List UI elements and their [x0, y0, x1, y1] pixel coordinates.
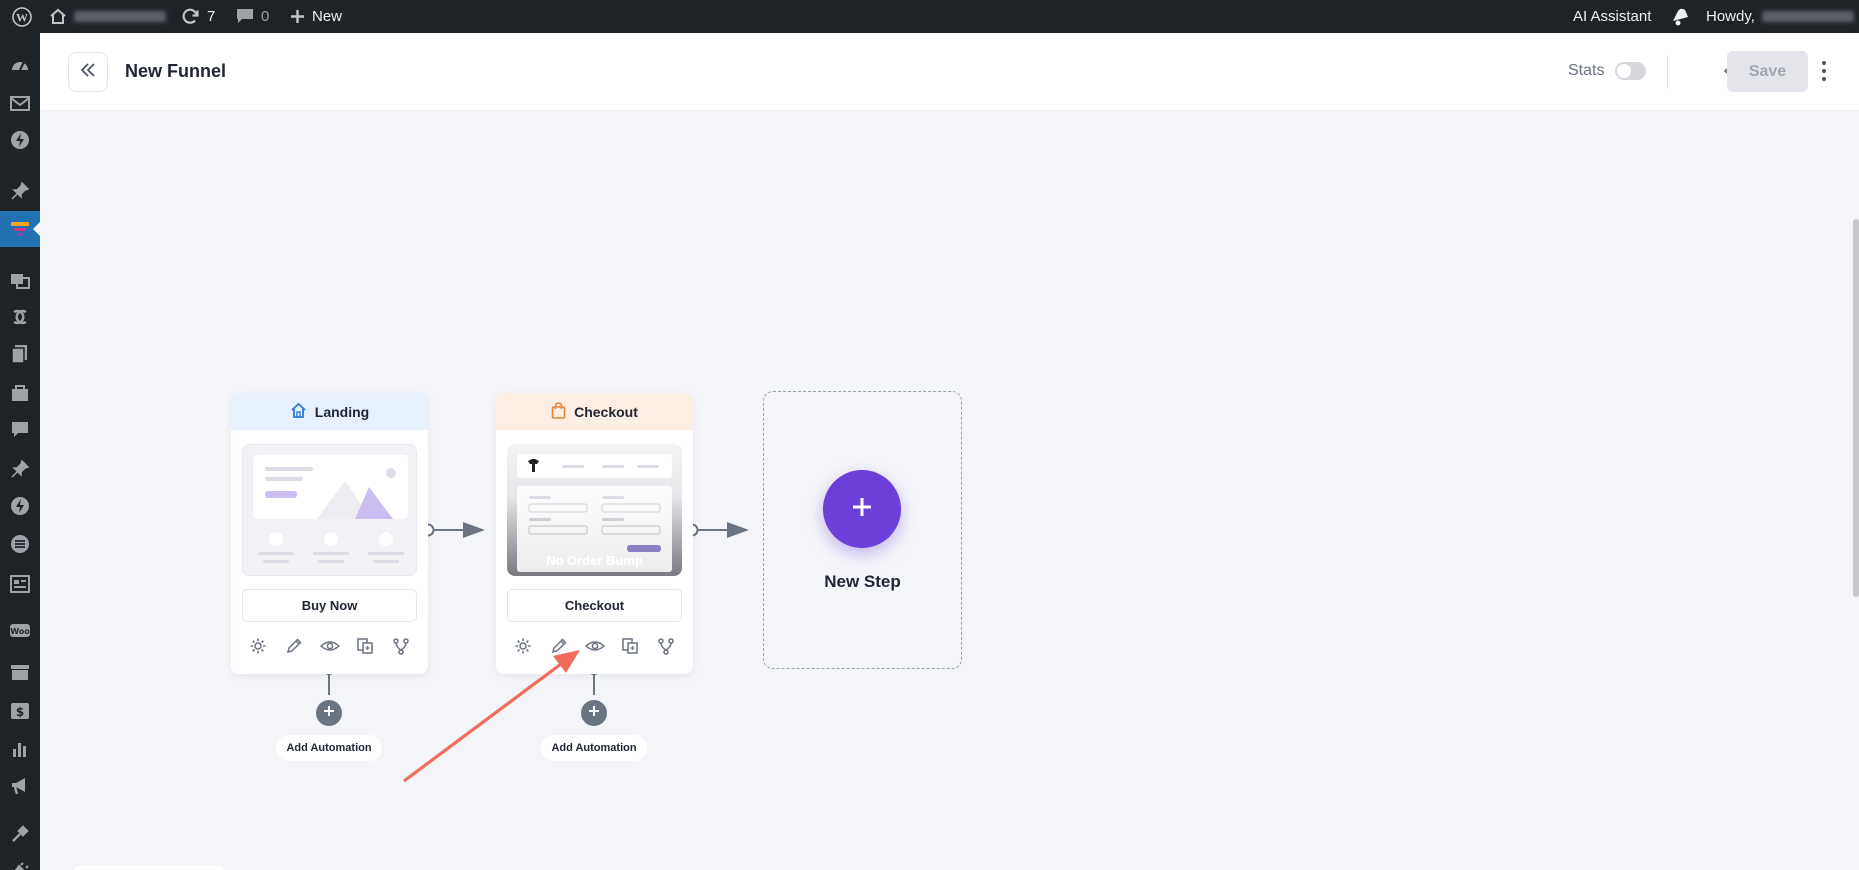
duplicate-icon[interactable]	[619, 635, 641, 657]
pages-menu-icon[interactable]	[0, 336, 40, 372]
branch-icon[interactable]	[655, 635, 677, 657]
canvas-scrollbar[interactable]	[1853, 219, 1859, 597]
step-label: Landing	[314, 403, 370, 420]
products-menu-icon[interactable]	[0, 375, 40, 411]
landing-wireframe-illustration	[253, 455, 408, 563]
double-chevron-left-icon	[80, 62, 96, 82]
add-automation-label-checkout[interactable]: Add Automation	[541, 735, 647, 761]
duplicate-icon[interactable]	[354, 635, 376, 657]
step-actions-landing	[243, 633, 416, 659]
ai-assistant-link[interactable]: AI Assistant	[1573, 0, 1651, 33]
bolt-circle-menu-icon[interactable]	[0, 488, 40, 524]
gear-icon[interactable]	[512, 635, 534, 657]
comments-link[interactable]: 0	[236, 0, 269, 33]
svg-text:$: $	[16, 705, 24, 719]
plus-icon	[290, 9, 305, 24]
funnels-menu-icon[interactable]	[0, 211, 40, 247]
updates-link[interactable]: 7	[181, 0, 215, 33]
eye-icon[interactable]	[319, 635, 341, 657]
stats-label: Stats	[1568, 62, 1605, 79]
new-content-link[interactable]: New	[290, 0, 342, 33]
appearance-menu-icon[interactable]	[0, 816, 40, 852]
step-label: Checkout	[574, 403, 638, 420]
toggle-knob	[1617, 64, 1631, 78]
add-automation-button-checkout[interactable]	[581, 700, 607, 726]
landing-page-thumbnail[interactable]	[242, 444, 417, 576]
updates-count: 7	[207, 8, 216, 25]
add-automation-button-landing[interactable]	[316, 700, 342, 726]
bottom-panel-edge	[74, 866, 224, 870]
svg-text:Woo: Woo	[10, 627, 30, 636]
ai-assistant-label: AI Assistant	[1573, 8, 1652, 25]
refresh-icon	[181, 7, 200, 26]
step-header-landing: Landing	[231, 393, 428, 430]
add-automation-label-landing[interactable]: Add Automation	[276, 735, 382, 761]
plugins-menu-icon[interactable]	[0, 853, 40, 870]
step-actions-checkout	[508, 633, 681, 659]
howdy-label: Howdy,	[1706, 8, 1755, 25]
woocommerce-menu-icon[interactable]: Woo	[0, 613, 40, 649]
plus-icon	[850, 495, 874, 524]
more-options-icon[interactable]	[1821, 60, 1827, 87]
comment-icon	[236, 8, 254, 25]
payments-menu-icon[interactable]: $	[0, 693, 40, 729]
wp-admin-bar: W 7 0 New AI Assistant Howdy,	[0, 0, 1859, 33]
woo-payments-menu-icon[interactable]	[0, 299, 40, 335]
new-step-card[interactable]: New Step	[763, 391, 962, 669]
new-step-label: New Step	[824, 572, 901, 591]
plus-icon	[323, 704, 335, 722]
pencil-icon[interactable]	[548, 635, 570, 657]
plus-icon	[588, 704, 600, 722]
home-icon	[290, 402, 307, 421]
notifications-bell-icon[interactable]	[1670, 0, 1692, 33]
pin-menu-icon-2[interactable]	[0, 451, 40, 487]
step-card-checkout[interactable]: Checkout No Order Bump Checkout	[496, 393, 693, 674]
bolt-menu-icon[interactable]	[0, 122, 40, 158]
funnel-header: New Funnel Stats Save	[40, 33, 1859, 111]
site-name-link[interactable]	[49, 0, 166, 33]
connector-landing-to-checkout	[421, 522, 485, 538]
wp-admin-menu: Woo $	[0, 33, 40, 870]
marketing-menu-icon[interactable]	[0, 768, 40, 804]
connector-checkout-to-newstep	[685, 522, 749, 538]
home-icon	[49, 8, 67, 25]
add-step-button[interactable]	[823, 470, 901, 548]
step-button-checkout[interactable]: Checkout	[507, 589, 682, 622]
new-label: New	[312, 8, 343, 25]
user-account-menu[interactable]: Howdy,	[1706, 0, 1854, 33]
stats-toggle[interactable]	[1615, 62, 1646, 80]
comments-count: 0	[261, 8, 270, 25]
branch-icon[interactable]	[390, 635, 412, 657]
step-header-checkout: Checkout	[496, 393, 693, 430]
funnel-canvas[interactable]: Landing Buy Now Checkout No Order Bump C…	[40, 111, 1859, 870]
comments-menu-icon[interactable]	[0, 412, 40, 448]
order-bump-overlay-label: No Order Bump	[546, 553, 643, 568]
svg-text:W: W	[16, 10, 28, 24]
mail-menu-icon[interactable]	[0, 85, 40, 121]
wordpress-logo-icon[interactable]: W	[12, 0, 32, 33]
username-blurred	[1761, 11, 1854, 22]
dashboard-menu-icon[interactable]	[0, 47, 40, 83]
gear-icon[interactable]	[247, 635, 269, 657]
step-card-landing[interactable]: Landing Buy Now	[231, 393, 428, 674]
checkout-page-thumbnail[interactable]: No Order Bump	[507, 444, 682, 576]
pin-menu-icon[interactable]	[0, 173, 40, 209]
elementor-menu-icon[interactable]	[0, 526, 40, 562]
funnel-title: New Funnel	[125, 61, 227, 81]
step-button-landing[interactable]: Buy Now	[242, 589, 417, 622]
templates-menu-icon[interactable]	[0, 566, 40, 602]
pencil-icon[interactable]	[283, 635, 305, 657]
site-name-blurred	[74, 11, 166, 22]
media-menu-icon[interactable]	[0, 262, 40, 298]
archive-menu-icon[interactable]	[0, 654, 40, 690]
header-divider	[1667, 55, 1668, 89]
eye-icon[interactable]	[584, 635, 606, 657]
save-button[interactable]: Save	[1727, 51, 1808, 92]
analytics-menu-icon[interactable]	[0, 731, 40, 767]
shopping-bag-icon	[551, 401, 566, 422]
back-button[interactable]	[68, 52, 108, 92]
